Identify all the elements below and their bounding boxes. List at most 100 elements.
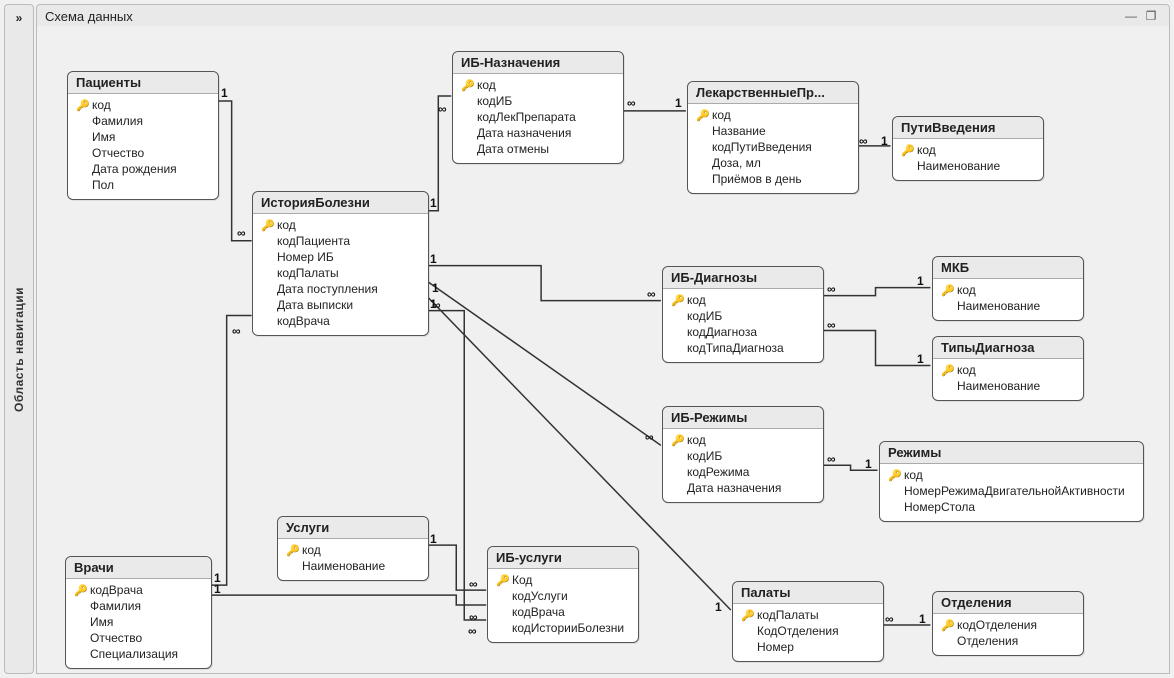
table-header[interactable]: ИБ-Диагнозы [663,267,823,289]
table-patients[interactable]: Пациенты 🔑кодФамилияИмяОтчествоДата рожде… [67,71,219,200]
field-row[interactable]: 🔑Код [494,572,632,588]
table-mkb[interactable]: МКБ 🔑кодНаименование [932,256,1084,321]
relationships-canvas[interactable]: Пациенты🔑кодФамилияИмяОтчествоДата рожде… [36,26,1170,674]
field-row[interactable]: Наименование [939,378,1077,394]
restore-icon[interactable]: ❐ [1141,9,1161,23]
field-row[interactable]: КодОтделения [739,623,877,639]
field-row[interactable]: Имя [74,129,212,145]
field-row[interactable]: 🔑кодПалаты [739,607,877,623]
table-header[interactable]: ИБ-услуги [488,547,638,569]
table-header[interactable]: Пациенты [68,72,218,94]
field-row[interactable]: 🔑код [259,217,422,233]
table-header[interactable]: Режимы [880,442,1143,464]
table-header[interactable]: МКБ [933,257,1083,279]
field-row[interactable]: кодРежима [669,464,817,480]
field-row[interactable]: Дата рождения [74,161,212,177]
navigation-pane-collapsed[interactable]: » Область навигации [4,4,34,674]
table-routes[interactable]: ПутиВведения 🔑кодНаименование [892,116,1044,181]
field-row[interactable]: 🔑код [939,362,1077,378]
table-header[interactable]: ЛекарственныеПр... [688,82,858,104]
window-title-bar: Схема данных — ❐ [36,4,1170,28]
field-row[interactable]: Доза, мл [694,155,852,171]
table-dept[interactable]: Отделения🔑кодОтделенияОтделения [932,591,1084,656]
table-header[interactable]: Услуги [278,517,428,539]
field-row[interactable]: 🔑код [669,292,817,308]
field-row[interactable]: Наименование [939,298,1077,314]
table-ib_modes[interactable]: ИБ-Режимы 🔑кодкодИБкодРежимаДата назначен… [662,406,824,503]
field-row[interactable]: кодИБ [669,448,817,464]
table-wards[interactable]: Палаты 🔑кодПалатыКодОтделенияНомер [732,581,884,662]
field-row[interactable]: Номер [739,639,877,655]
table-header[interactable]: Врачи [66,557,211,579]
field-row[interactable]: 🔑кодВрача [72,582,205,598]
table-modes[interactable]: Режимы 🔑кодНомерРежимаДвигательнойАктивно… [879,441,1144,522]
field-row[interactable]: кодПалаты [259,265,422,281]
field-row[interactable]: 🔑код [694,107,852,123]
primary-key-icon: 🔑 [286,544,298,557]
field-row[interactable]: 🔑код [459,77,617,93]
field-row[interactable]: 🔑код [284,542,422,558]
field-row[interactable]: кодУслуги [494,588,632,604]
field-row[interactable]: 🔑код [899,142,1037,158]
field-row[interactable]: кодИБ [669,308,817,324]
field-row[interactable]: кодИБ [459,93,617,109]
field-row[interactable]: Дата назначения [459,125,617,141]
field-row[interactable]: кодПациента [259,233,422,249]
field-row[interactable]: кодТипаДиагноза [669,340,817,356]
field-row[interactable]: Дата выписки [259,297,422,313]
field-row[interactable]: 🔑код [939,282,1077,298]
field-name: Имя [92,130,115,144]
field-row[interactable]: Отчество [72,630,205,646]
field-row[interactable]: кодВрача [494,604,632,620]
field-row[interactable]: кодВрача [259,313,422,329]
field-row[interactable]: Дата отмены [459,141,617,157]
cardinality-label: ∞ [469,577,478,591]
field-row[interactable]: НомерРежимаДвигательнойАктивности [886,483,1137,499]
field-row[interactable]: Наименование [284,558,422,574]
table-drugs[interactable]: ЛекарственныеПр... 🔑кодНазваниекодПутиВве… [687,81,859,194]
field-row[interactable]: Наименование [899,158,1037,174]
field-row[interactable]: Номер ИБ [259,249,422,265]
field-row[interactable]: НомерСтола [886,499,1137,515]
primary-key-icon: 🔑 [941,364,953,377]
field-row[interactable]: 🔑кодОтделения [939,617,1077,633]
field-row[interactable]: 🔑код [669,432,817,448]
table-header[interactable]: ТипыДиагноза [933,337,1083,359]
field-row[interactable]: 🔑код [886,467,1137,483]
field-row[interactable]: Приёмов в день [694,171,852,187]
field-row[interactable]: Дата поступления [259,281,422,297]
table-services[interactable]: Услуги 🔑кодНаименование [277,516,429,581]
cardinality-label: ∞ [859,134,868,148]
primary-key-icon: 🔑 [496,574,508,587]
expand-nav-button[interactable]: » [16,11,23,25]
cardinality-label: 1 [430,532,437,546]
field-row[interactable]: Фамилия [72,598,205,614]
field-row[interactable]: Отчество [74,145,212,161]
field-row[interactable]: Пол [74,177,212,193]
minimize-icon[interactable]: — [1121,9,1141,23]
field-row[interactable]: кодИсторииБолезни [494,620,632,636]
field-row[interactable]: Фамилия [74,113,212,129]
table-ib_services[interactable]: ИБ-услуги 🔑КодкодУслугикодВрачакодИстории… [487,546,639,643]
table-header[interactable]: Отделения [933,592,1083,614]
table-header[interactable]: ИсторияБолезни [253,192,428,214]
table-header[interactable]: ИБ-Назначения [453,52,623,74]
field-row[interactable]: кодЛекПрепарата [459,109,617,125]
field-row[interactable]: Отделения [939,633,1077,649]
table-header[interactable]: ПутиВведения [893,117,1043,139]
field-row[interactable]: кодПутиВведения [694,139,852,155]
table-doctors[interactable]: Врачи 🔑кодВрачаФамилияИмяОтчествоСпециали… [65,556,212,669]
field-row[interactable]: Имя [72,614,205,630]
table-ib_diag[interactable]: ИБ-Диагнозы 🔑кодкодИБкодДиагнозакодТипаДи… [662,266,824,363]
field-row[interactable]: кодДиагноза [669,324,817,340]
table-history[interactable]: ИсторияБолезни🔑кодкодПациентаНомер ИБкод… [252,191,429,336]
field-row[interactable]: Название [694,123,852,139]
field-row[interactable]: Дата назначения [669,480,817,496]
table-diag_types[interactable]: ТипыДиагноза 🔑кодНаименование [932,336,1084,401]
table-header[interactable]: ИБ-Режимы [663,407,823,429]
primary-key-icon: 🔑 [888,469,900,482]
field-row[interactable]: Специализация [72,646,205,662]
table-header[interactable]: Палаты [733,582,883,604]
table-ib_assign[interactable]: ИБ-Назначения🔑кодкодИБкодЛекПрепаратаДат… [452,51,624,164]
field-row[interactable]: 🔑код [74,97,212,113]
